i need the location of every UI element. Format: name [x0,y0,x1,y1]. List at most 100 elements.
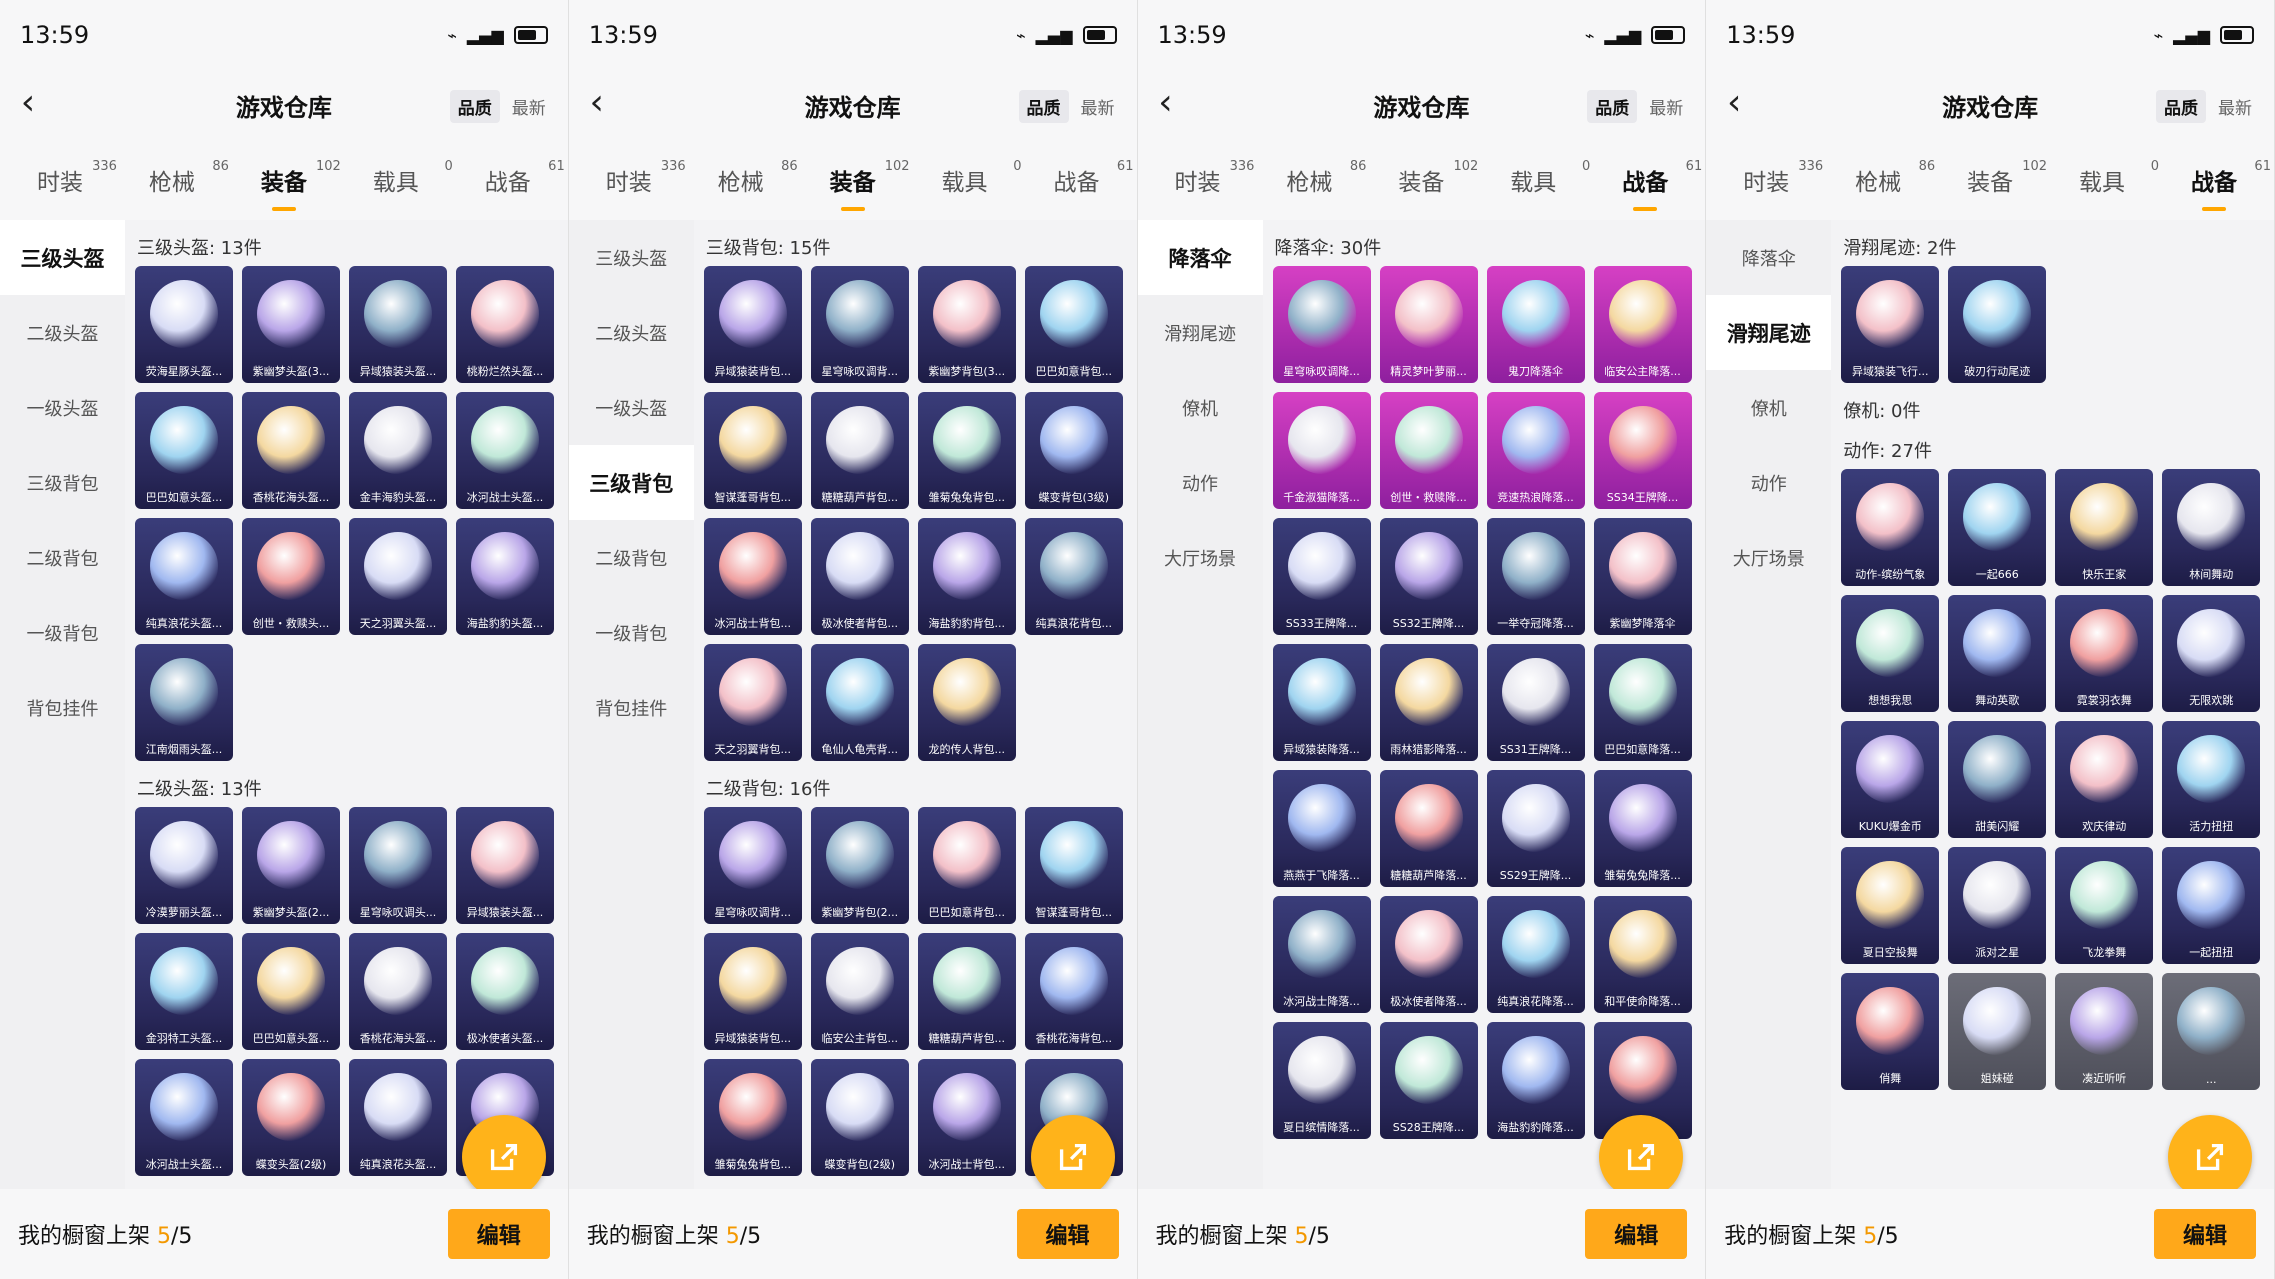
item-card[interactable]: 破刃行动尾迹 [1948,266,2047,383]
item-card[interactable]: 星穹咏叹调头... [349,807,447,924]
item-card[interactable]: 极冰使者头盔... [456,933,554,1050]
item-card[interactable]: 林间舞动 [2162,469,2261,586]
item-card[interactable]: SS28王牌降... [1379,1022,1478,1139]
sort-option[interactable]: 最新 [504,90,554,123]
sidebar-item[interactable]: 二级头盔 [0,295,125,370]
tab-0[interactable]: 时装 336 [1174,159,1254,197]
item-card[interactable]: 雏菊兔兔背包... [917,392,1016,509]
item-card[interactable]: 蝶变背包(2级) [810,1059,909,1176]
share-button[interactable] [1599,1115,1684,1199]
item-card[interactable]: 派对之星 [1948,847,2047,964]
item-card[interactable]: 智谋蓬哥背包... [703,392,802,509]
sidebar-item[interactable]: 僚机 [1138,370,1263,445]
share-button[interactable] [2168,1115,2252,1199]
item-card[interactable]: 异域猿装背包... [703,266,802,383]
sort-option[interactable]: 品质 [1587,90,1638,123]
sidebar-item[interactable]: 僚机 [1706,370,1831,445]
item-card[interactable]: 金丰海豹头盔... [349,392,447,509]
item-card[interactable]: 香桃花海头盔... [349,933,447,1050]
item-card[interactable]: 天之羽翼背包... [703,644,802,761]
sort-option[interactable]: 品质 [2156,90,2206,123]
tab-4[interactable]: 战备 61 [1622,159,1702,211]
item-card[interactable]: 紫幽梦背包(2... [810,807,909,924]
item-card[interactable]: 活力扭扭 [2162,721,2261,838]
item-card[interactable]: 冰河战士降落... [1272,896,1371,1013]
item-card[interactable]: 俏舞 [1841,973,1940,1090]
sidebar-item[interactable]: 一级头盔 [0,370,125,445]
sidebar-item[interactable]: 二级背包 [569,520,694,595]
item-card[interactable]: 异域猿装头盔... [456,807,554,924]
item-card[interactable]: 天之羽翼头盔... [349,518,447,635]
item-card[interactable]: 糖糖葫芦背包... [917,933,1016,1050]
item-card[interactable]: 糖糖葫芦背包... [810,392,909,509]
share-button[interactable] [461,1115,546,1199]
back-arrow-icon[interactable]: ‹ [1716,85,1752,124]
sidebar-item[interactable]: 三级头盔 [0,220,125,295]
sidebar-item[interactable]: 降落伞 [1137,220,1263,295]
item-card[interactable]: 紫幽梦头盔(3... [242,266,340,383]
item-card[interactable]: 鬼刀降落伞 [1486,266,1585,383]
item-card[interactable]: ... [2162,973,2261,1090]
sort-option[interactable]: 最新 [1073,90,1123,123]
sidebar-item[interactable]: 背包挂件 [0,670,125,745]
item-card[interactable]: 星穹咏叹调背... [810,266,909,383]
item-card[interactable]: 夏日缤情降落... [1272,1022,1371,1139]
item-card[interactable]: 糖糖葫芦降落... [1379,770,1478,887]
sidebar-item[interactable]: 大厅场景 [1706,520,1831,595]
item-card[interactable]: 雨林猎影降落... [1379,644,1478,761]
share-button[interactable] [1030,1115,1115,1199]
item-card[interactable]: 巴巴如意头盔... [135,392,233,509]
sort-option[interactable]: 品质 [1018,90,1069,123]
edit-button[interactable]: 编辑 [1016,1209,1119,1259]
item-card[interactable]: 动作-缤纷气象 [1841,469,1940,586]
edit-button[interactable]: 编辑 [1585,1209,1688,1259]
sidebar-item[interactable]: 降落伞 [1706,220,1831,295]
item-card[interactable]: 一举夺冠降落... [1486,518,1585,635]
edit-button[interactable]: 编辑 [447,1209,550,1259]
tab-2[interactable]: 装备 102 [261,159,341,211]
tab-4[interactable]: 战备 61 [1053,159,1133,197]
item-card[interactable]: 夏日空投舞 [1841,847,1940,964]
item-card[interactable]: 舞动英歌 [1948,595,2047,712]
sidebar-item[interactable]: 三级背包 [568,445,694,520]
back-arrow-icon[interactable]: ‹ [1148,85,1184,124]
item-card[interactable]: 创世・救赎降... [1379,392,1478,509]
item-card[interactable]: 纯真浪花头盔... [135,518,233,635]
item-card[interactable]: 竞速热浪降落... [1486,392,1585,509]
item-card[interactable]: 香桃花海背包... [1024,933,1123,1050]
tab-4[interactable]: 战备 61 [2191,159,2271,211]
sidebar-item[interactable]: 一级背包 [0,595,125,670]
tab-0[interactable]: 时装 336 [37,159,117,197]
sidebar-item[interactable]: 二级背包 [0,520,125,595]
item-card[interactable]: SS29王牌降... [1486,770,1585,887]
item-card[interactable]: 冰河战士头盔... [135,1059,233,1176]
sidebar-item[interactable]: 一级头盔 [569,370,694,445]
item-card[interactable]: SS32王牌降... [1379,518,1478,635]
item-card[interactable]: 雏菊兔兔降落... [1593,770,1692,887]
back-arrow-icon[interactable]: ‹ [10,85,46,124]
item-card[interactable]: 雏菊兔兔背包... [703,1059,802,1176]
item-card[interactable]: 紫幽梦背包(3... [917,266,1016,383]
item-card[interactable]: 无限欢跳 [2162,595,2261,712]
item-card[interactable]: 异域猿装背包... [703,933,802,1050]
tab-0[interactable]: 时装 336 [1743,159,1823,197]
item-card[interactable]: 巴巴如意降落... [1593,644,1692,761]
back-arrow-icon[interactable]: ‹ [579,85,615,124]
item-card[interactable]: 极冰使者降落... [1379,896,1478,1013]
item-card[interactable]: SS33王牌降... [1272,518,1371,635]
sidebar-item[interactable]: 大厅场景 [1138,520,1263,595]
tab-2[interactable]: 装备 102 [1967,159,2047,197]
item-card[interactable]: 冰河战士背包... [917,1059,1016,1176]
item-card[interactable]: 一起扭扭 [2162,847,2261,964]
item-card[interactable]: SS34王牌降... [1593,392,1692,509]
item-card[interactable]: 冰河战士背包... [703,518,802,635]
sidebar-item[interactable]: 动作 [1138,445,1263,520]
item-card[interactable]: 一起666 [1948,469,2047,586]
item-card[interactable]: 星穹咏叹调背... [703,807,802,924]
item-card[interactable]: 海盐豹豹头盔... [456,518,554,635]
item-card[interactable]: 巴巴如意背包... [917,807,1016,924]
item-card[interactable]: 冷漠萝丽头盔... [135,807,233,924]
item-card[interactable]: 龟仙人龟壳背... [810,644,909,761]
item-card[interactable]: 巴巴如意背包... [1024,266,1123,383]
item-card[interactable]: 香桃花海头盔... [242,392,340,509]
